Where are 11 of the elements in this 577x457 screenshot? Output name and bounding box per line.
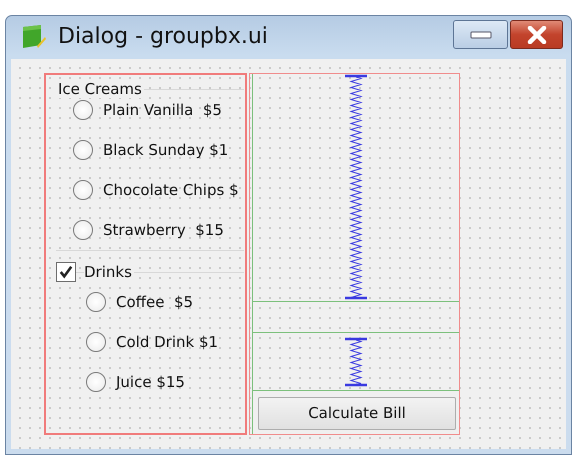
option-label[interactable]: Cold Drink $1: [116, 330, 218, 354]
option-label[interactable]: Chocolate Chips $: [103, 178, 239, 202]
window-title: Dialog - groupbx.ui: [58, 23, 268, 51]
group-title: Drinks: [84, 263, 134, 281]
option-label[interactable]: Coffee $5: [116, 290, 194, 314]
option-label[interactable]: Juice $15: [116, 370, 185, 394]
option-label[interactable]: Plain Vanilla $5: [103, 98, 222, 122]
group-title: Ice Creams: [56, 80, 144, 98]
option-label[interactable]: Black Sunday $1: [103, 138, 228, 162]
option-label[interactable]: Strawberry $15: [103, 218, 224, 242]
calculate-bill-button[interactable]: Calculate Bill: [258, 397, 456, 430]
